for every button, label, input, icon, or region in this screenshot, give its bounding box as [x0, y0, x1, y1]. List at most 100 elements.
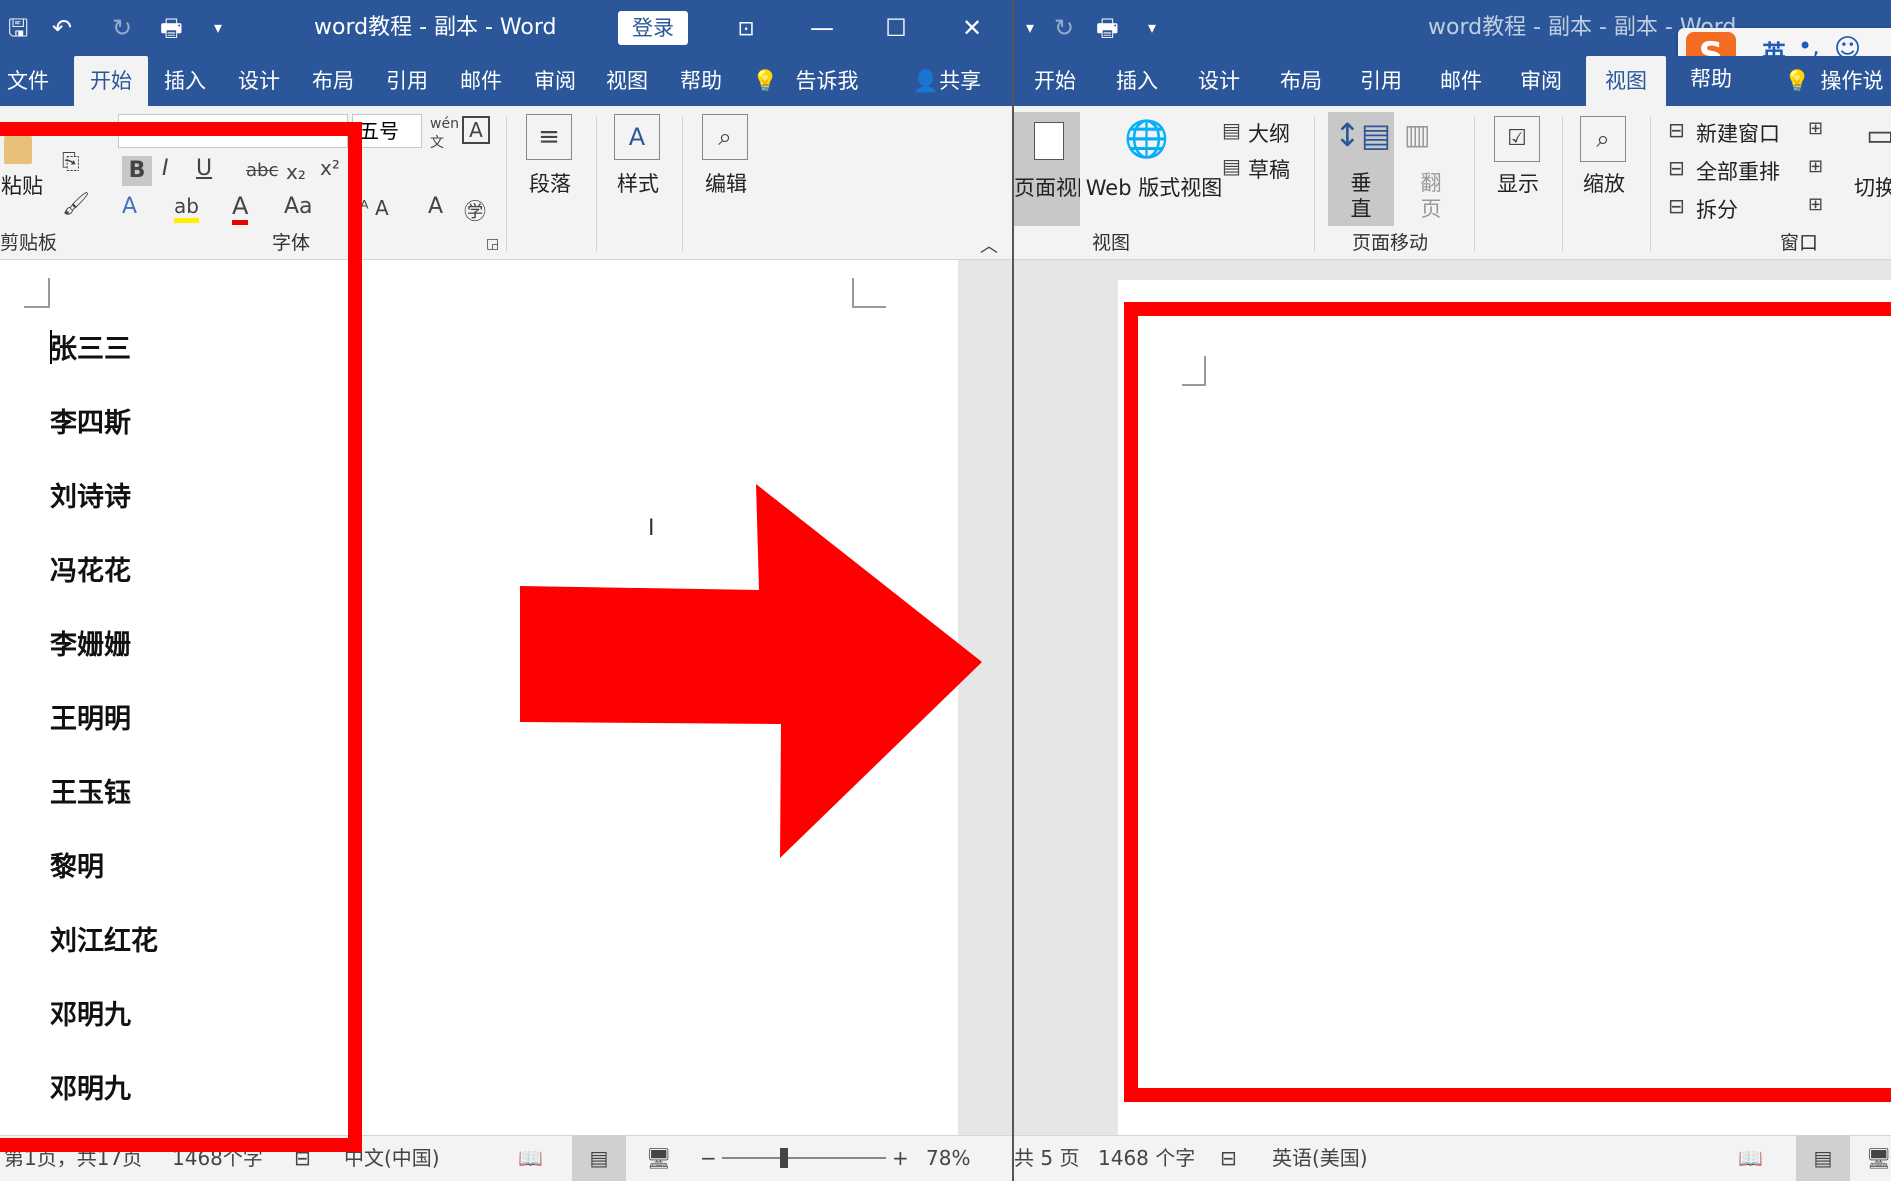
tab-home[interactable]: 开始 — [1028, 56, 1082, 106]
zoom-in-icon[interactable]: + — [892, 1135, 909, 1181]
tab-view[interactable]: 视图 — [1586, 56, 1666, 106]
tab-mailings[interactable]: 邮件 — [456, 56, 506, 106]
ribbon-tabs — [0, 56, 1012, 106]
tab-help[interactable]: 帮助 — [676, 56, 726, 106]
zoom-level[interactable]: 78% — [926, 1135, 970, 1181]
tab-design[interactable]: 设计 — [1192, 56, 1246, 106]
margin-corner — [852, 278, 886, 308]
styles-button[interactable]: 样式 — [610, 168, 666, 198]
word-count[interactable]: 1468 个字 — [1098, 1135, 1195, 1181]
web-layout-button[interactable]: Web 版式视图 — [1084, 172, 1224, 202]
split-button[interactable]: 拆分 — [1696, 194, 1738, 224]
tab-help[interactable]: 帮助 — [1684, 64, 1738, 94]
web-layout-icon: 🌐 — [1124, 119, 1169, 160]
person-icon: 👤 — [912, 69, 940, 93]
minimize-button[interactable]: — — [792, 0, 852, 56]
paragraph-icon: ≡ — [526, 114, 572, 160]
zoom-icon: ⌕ — [1580, 116, 1626, 162]
show-icon: ☑ — [1494, 116, 1540, 162]
maximize-button[interactable]: ☐ — [866, 0, 926, 56]
tell-me[interactable]: 操作说明 — [1814, 66, 1890, 96]
arrow-right-icon — [520, 484, 982, 858]
side-to-side-button[interactable]: 翻页 — [1414, 170, 1448, 222]
read-mode-icon[interactable]: 📖 — [518, 1135, 543, 1181]
quick-print-icon[interactable]: 🖶 — [1096, 0, 1119, 56]
tab-mailings[interactable]: 邮件 — [1434, 56, 1488, 106]
tab-view[interactable]: 视图 — [602, 56, 652, 106]
web-layout-icon[interactable]: 🖥 — [646, 1135, 671, 1181]
paragraph-button[interactable]: 段落 — [522, 168, 578, 198]
tab-review[interactable]: 审阅 — [530, 56, 580, 106]
new-window-button[interactable]: 新建窗口 — [1696, 118, 1780, 148]
editing-button[interactable]: 编辑 — [698, 168, 754, 198]
phonetic-guide-icon[interactable]: wén 文 — [430, 116, 459, 152]
web-layout-status-icon[interactable]: 🖥 — [1866, 1135, 1891, 1181]
redo-icon[interactable]: ↻ — [112, 0, 132, 56]
tab-insert[interactable]: 插入 — [1110, 56, 1164, 106]
language[interactable]: 英语(美国) — [1272, 1135, 1368, 1181]
outline-icon: ▤ — [1222, 118, 1241, 142]
print-layout-status-icon[interactable]: ▤ — [1796, 1135, 1850, 1181]
window-group-label: 窗口 — [1780, 232, 1819, 254]
print-layout-label: 页面视图 — [1014, 176, 1080, 200]
tell-me[interactable]: 告诉我 — [794, 56, 860, 106]
tab-design[interactable]: 设计 — [234, 56, 284, 106]
collapse-ribbon-icon[interactable]: ︿ — [980, 232, 998, 258]
tab-file[interactable]: 文件 — [0, 56, 56, 106]
side-to-side-icon: ▥ — [1404, 118, 1431, 151]
show-button[interactable]: 显示 — [1490, 168, 1546, 198]
undo-icon[interactable]: ↶ — [52, 0, 72, 56]
page-movement-group-label: 页面移动 — [1352, 232, 1429, 254]
zoom-button[interactable]: 缩放 — [1576, 168, 1632, 198]
char-border-icon[interactable]: A — [462, 116, 490, 144]
vertical-icon: ↕▤ — [1334, 116, 1392, 154]
styles-icon: A — [614, 114, 660, 160]
lightbulb-icon: 💡 — [752, 69, 779, 93]
new-window-icon: ⊟ — [1668, 118, 1685, 142]
draft-icon: ▤ — [1222, 154, 1241, 178]
highlight-frame — [1124, 302, 1891, 1102]
outline-button[interactable]: 大纲 — [1248, 118, 1290, 148]
right-word-window: ▾ ↻ 🖶 ▾ word教程 - 副本 - 副本 - Word S 英 •, ☺… — [1014, 0, 1891, 1181]
tab-insert[interactable]: 插入 — [160, 56, 210, 106]
font-size-box[interactable]: 五号 — [352, 114, 422, 148]
share-button[interactable]: 👤共享 — [902, 56, 992, 106]
page-count[interactable]: 共 5 页 — [1014, 1135, 1079, 1181]
customize-qat-icon[interactable]: ▾ — [214, 0, 222, 56]
ribbon-display-icon[interactable]: ⊡ — [716, 0, 776, 56]
highlight-frame — [0, 122, 362, 1152]
close-button[interactable]: ✕ — [942, 0, 1002, 56]
save-icon[interactable]: 🖫 — [8, 0, 28, 56]
tab-references[interactable]: 引用 — [382, 56, 432, 106]
zoom-slider[interactable] — [722, 1157, 886, 1159]
switch-windows-button[interactable]: 切换 — [1854, 172, 1891, 202]
view-side-by-side-icon[interactable]: ⊞ — [1808, 118, 1823, 139]
zoom-slider-thumb[interactable] — [780, 1148, 788, 1168]
customize-qat-icon[interactable]: ▾ — [1148, 0, 1156, 56]
print-layout-icon — [1034, 122, 1064, 160]
window-title: word教程 - 副本 - Word — [314, 15, 557, 40]
tab-review[interactable]: 审阅 — [1514, 56, 1568, 106]
tab-references[interactable]: 引用 — [1354, 56, 1408, 106]
draft-button[interactable]: 草稿 — [1248, 154, 1290, 184]
proofing-icon[interactable]: ⊟ — [1220, 1135, 1237, 1181]
tab-home[interactable]: 开始 — [74, 56, 148, 106]
print-layout-icon[interactable]: ▤ — [572, 1135, 626, 1181]
enclose-char-icon[interactable]: ㊫ — [464, 194, 486, 226]
read-mode-icon[interactable]: 📖 — [1738, 1135, 1763, 1181]
redo-icon[interactable]: ↻ — [1054, 0, 1074, 56]
login-button[interactable]: 登录 — [618, 11, 688, 45]
char-shading-icon[interactable]: A — [428, 194, 443, 219]
reset-position-icon[interactable]: ⊞ — [1808, 194, 1823, 215]
tab-layout[interactable]: 布局 — [1274, 56, 1328, 106]
tab-layout[interactable]: 布局 — [308, 56, 358, 106]
dropdown-icon[interactable]: ▾ — [1026, 0, 1034, 56]
quick-print-icon[interactable]: 🖶 — [160, 0, 183, 56]
font-dialog-launcher-icon[interactable]: ◲ — [486, 236, 499, 252]
arrange-all-button[interactable]: 全部重排 — [1696, 156, 1780, 186]
switch-windows-icon: ▭ — [1866, 118, 1891, 153]
sync-scroll-icon[interactable]: ⊞ — [1808, 156, 1823, 177]
views-group-label: 视图 — [1092, 232, 1131, 254]
zoom-out-icon[interactable]: − — [700, 1135, 717, 1181]
shrink-font-icon[interactable]: ᴬ A — [360, 196, 389, 220]
